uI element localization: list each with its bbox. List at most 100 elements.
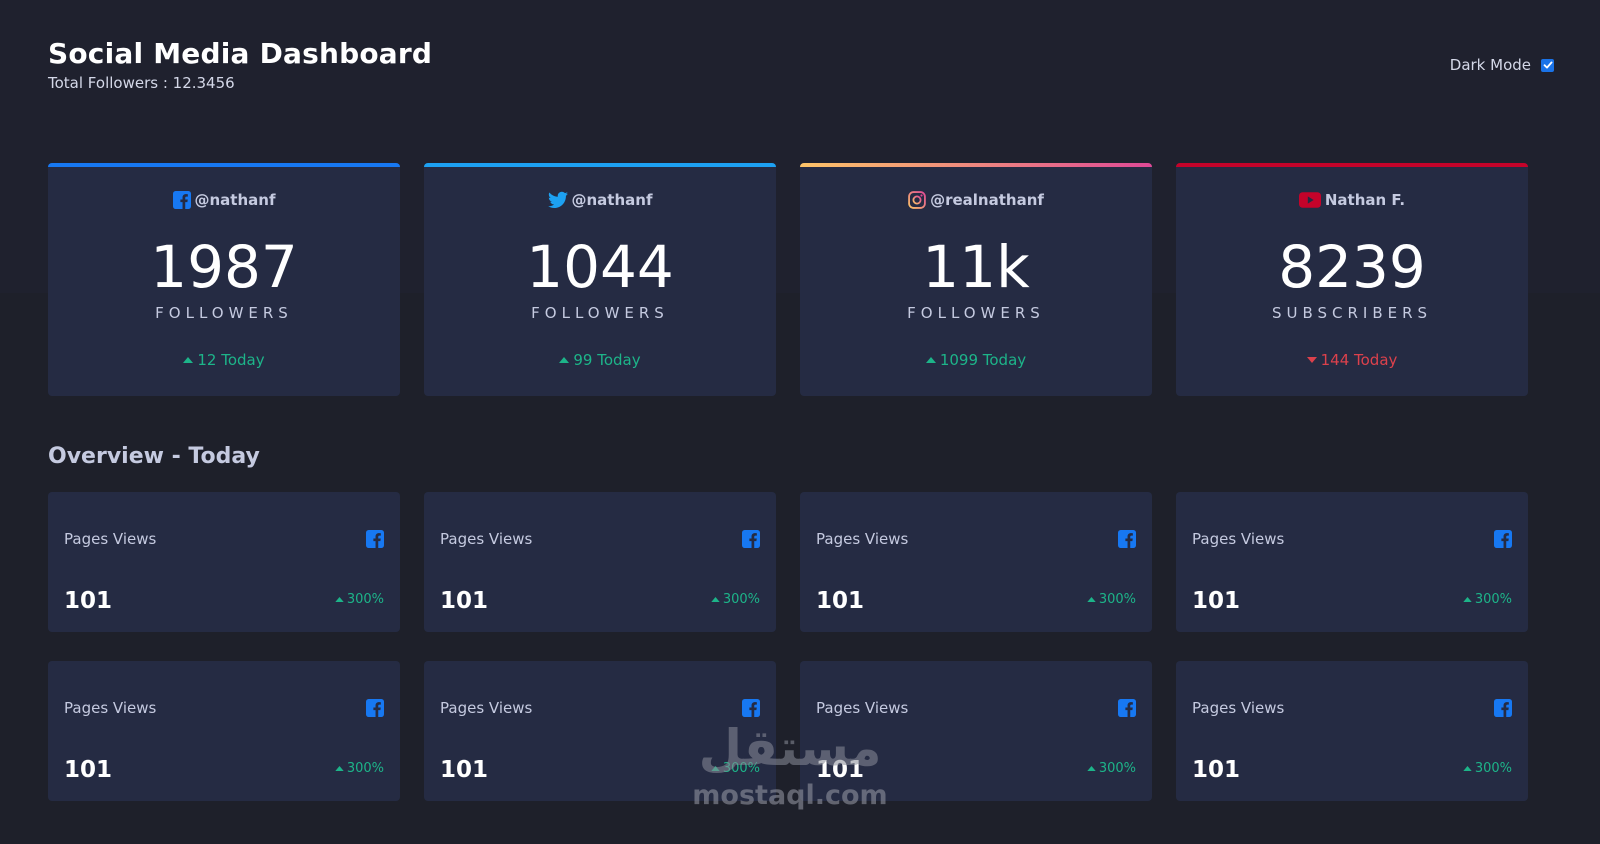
follower-label: FOLLOWERS xyxy=(531,304,669,322)
overview-card[interactable]: Pages Views 101 300% xyxy=(1176,661,1528,801)
overview-card-value: 101 xyxy=(440,757,489,783)
overview-card[interactable]: Pages Views 101 300% xyxy=(1176,492,1528,632)
overview-card-change: 300% xyxy=(335,761,384,776)
watermark-logo: مستقل mostaql.com xyxy=(690,718,890,828)
overview-card[interactable]: Pages Views 101 300% xyxy=(48,492,400,632)
overview-card-label: Pages Views xyxy=(440,530,533,548)
facebook-icon xyxy=(742,530,760,552)
arrow-down-icon xyxy=(1306,357,1317,363)
overview-title: Overview - Today xyxy=(48,444,260,469)
overview-card-value: 101 xyxy=(440,588,489,614)
arrow-up-icon xyxy=(183,357,194,363)
follower-cards: @nathanf 1987 FOLLOWERS 12 Today @nathan… xyxy=(48,163,1553,396)
dark-mode-toggle[interactable]: Dark Mode xyxy=(1450,56,1554,74)
overview-change-text: 300% xyxy=(1474,761,1512,776)
youtube-icon xyxy=(1298,192,1321,208)
handle-text: @realnathanf xyxy=(930,191,1044,209)
overview-card-label: Pages Views xyxy=(1192,699,1285,717)
daily-change-text: 12 Today xyxy=(197,351,265,369)
handle-text: @nathanf xyxy=(571,191,653,209)
overview-card-value: 101 xyxy=(64,588,113,614)
instagram-icon xyxy=(908,191,926,209)
arrow-up-icon xyxy=(1463,766,1472,771)
twitter-icon xyxy=(547,191,568,209)
card-accent-bar xyxy=(48,163,400,167)
account-handle: @nathanf xyxy=(424,191,776,209)
arrow-up-icon xyxy=(925,357,936,363)
follower-count: 8239 xyxy=(1278,233,1426,301)
overview-card[interactable]: Pages Views 101 300% xyxy=(800,492,1152,632)
card-accent-bar xyxy=(424,163,776,167)
overview-card-change: 300% xyxy=(711,592,760,607)
overview-card-change: 300% xyxy=(1463,761,1512,776)
follower-count: 1987 xyxy=(150,233,298,301)
facebook-icon xyxy=(172,191,191,209)
header: Social Media Dashboard Total Followers :… xyxy=(48,36,432,92)
overview-card-value: 101 xyxy=(64,757,113,783)
follower-card-youtube[interactable]: Nathan F. 8239 SUBSCRIBERS 144 Today xyxy=(1176,163,1528,396)
overview-change-text: 300% xyxy=(1474,592,1512,607)
daily-change: 99 Today xyxy=(424,351,776,369)
overview-card-label: Pages Views xyxy=(816,530,909,548)
overview-change-text: 300% xyxy=(1098,761,1136,776)
overview-card-label: Pages Views xyxy=(816,699,909,717)
account-handle: Nathan F. xyxy=(1176,191,1528,209)
follower-label: SUBSCRIBERS xyxy=(1271,304,1433,322)
facebook-icon xyxy=(1118,699,1136,721)
dark-mode-checkbox[interactable] xyxy=(1541,58,1554,72)
overview-card[interactable]: Pages Views 101 300% xyxy=(48,661,400,801)
arrow-up-icon xyxy=(1087,597,1096,602)
daily-change-text: 144 Today xyxy=(1320,351,1398,369)
overview-card-label: Pages Views xyxy=(1192,530,1285,548)
daily-change-text: 99 Today xyxy=(573,351,641,369)
overview-card-value: 101 xyxy=(1192,588,1241,614)
handle-text: @nathanf xyxy=(194,191,276,209)
arrow-up-icon xyxy=(559,357,570,363)
card-accent-bar xyxy=(1176,163,1528,167)
overview-card-value: 101 xyxy=(816,588,865,614)
overview-change-text: 300% xyxy=(346,761,384,776)
handle-text: Nathan F. xyxy=(1324,191,1406,209)
total-followers: Total Followers : 12.3456 xyxy=(48,74,235,92)
arrow-up-icon xyxy=(335,597,344,602)
facebook-icon xyxy=(366,699,384,721)
facebook-icon xyxy=(1118,530,1136,552)
dark-mode-label: Dark Mode xyxy=(1449,56,1531,74)
overview-card-change: 300% xyxy=(1087,761,1136,776)
watermark-latin: mostaql.com xyxy=(692,780,888,811)
facebook-icon xyxy=(1494,530,1512,552)
daily-change: 1099 Today xyxy=(800,351,1152,369)
overview-card-change: 300% xyxy=(335,592,384,607)
check-icon xyxy=(1543,61,1552,69)
account-handle: @realnathanf xyxy=(800,191,1152,209)
facebook-icon xyxy=(1494,699,1512,721)
overview-card-label: Pages Views xyxy=(64,699,157,717)
arrow-up-icon xyxy=(335,766,344,771)
facebook-icon xyxy=(366,530,384,552)
account-handle: @nathanf xyxy=(48,191,400,209)
arrow-up-icon xyxy=(1087,766,1096,771)
overview-change-text: 300% xyxy=(1098,592,1136,607)
dashboard-page: Social Media Dashboard Total Followers :… xyxy=(0,0,1600,844)
overview-card-value: 101 xyxy=(1192,757,1241,783)
follower-label: FOLLOWERS xyxy=(907,304,1045,322)
arrow-up-icon xyxy=(1463,597,1472,602)
daily-change: 144 Today xyxy=(1176,351,1528,369)
arrow-up-icon xyxy=(711,597,720,602)
daily-change-text: 1099 Today xyxy=(939,351,1027,369)
overview-card-change: 300% xyxy=(1463,592,1512,607)
follower-card-twitter[interactable]: @nathanf 1044 FOLLOWERS 99 Today xyxy=(424,163,776,396)
card-accent-bar xyxy=(800,163,1152,167)
follower-card-facebook[interactable]: @nathanf 1987 FOLLOWERS 12 Today xyxy=(48,163,400,396)
follower-count: 1044 xyxy=(526,233,674,301)
follower-label: FOLLOWERS xyxy=(155,304,293,322)
daily-change: 12 Today xyxy=(48,351,400,369)
overview-change-text: 300% xyxy=(722,592,760,607)
follower-count: 11k xyxy=(922,233,1030,301)
overview-card-change: 300% xyxy=(1087,592,1136,607)
page-title: Social Media Dashboard xyxy=(48,37,433,70)
overview-card-label: Pages Views xyxy=(64,530,157,548)
overview-change-text: 300% xyxy=(346,592,384,607)
overview-card[interactable]: Pages Views 101 300% xyxy=(424,492,776,632)
follower-card-instagram[interactable]: @realnathanf 11k FOLLOWERS 1099 Today xyxy=(800,163,1152,396)
